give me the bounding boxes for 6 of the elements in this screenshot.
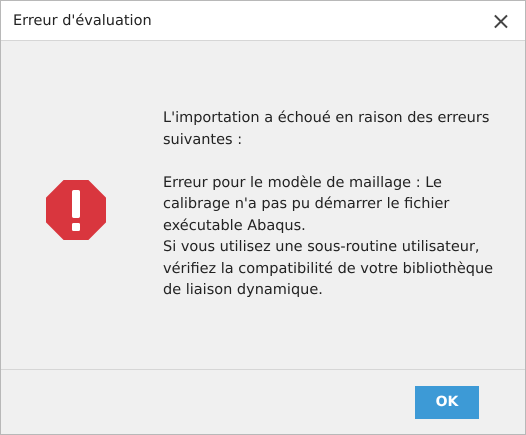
window-title: Erreur d'évaluation [13,12,152,28]
close-button[interactable]: × [484,8,517,32]
message-text: L'importation a échoué en raison des erreurs suivantes : [163,109,490,150]
message-text: Erreur pour le modèle de maillage : Le calibrage n'a pas pu démarrer le fichier exécutable Abaqus. [163,174,450,236]
message-text: Si vous utilisez une sous-routine utilisateur, vérifiez la compatibilité de votre bibliothèque de liaison dynamique. [163,238,494,300]
error-icon [46,180,106,240]
